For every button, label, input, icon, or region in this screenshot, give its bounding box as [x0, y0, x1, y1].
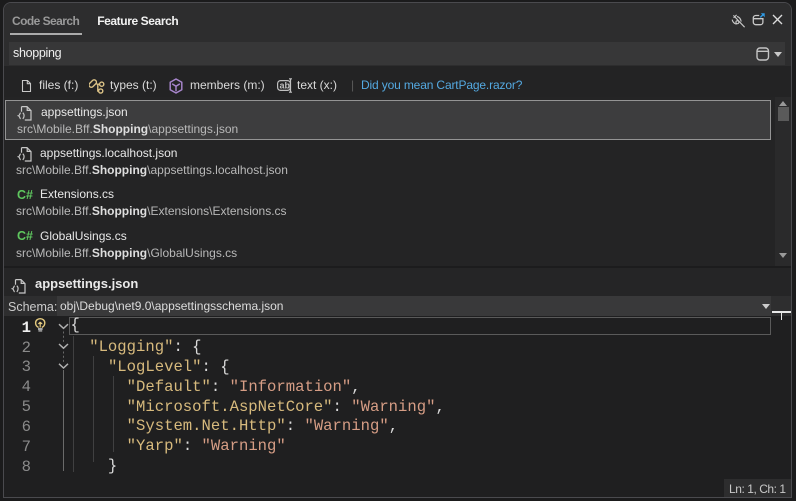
- svg-text:ab: ab: [280, 81, 291, 91]
